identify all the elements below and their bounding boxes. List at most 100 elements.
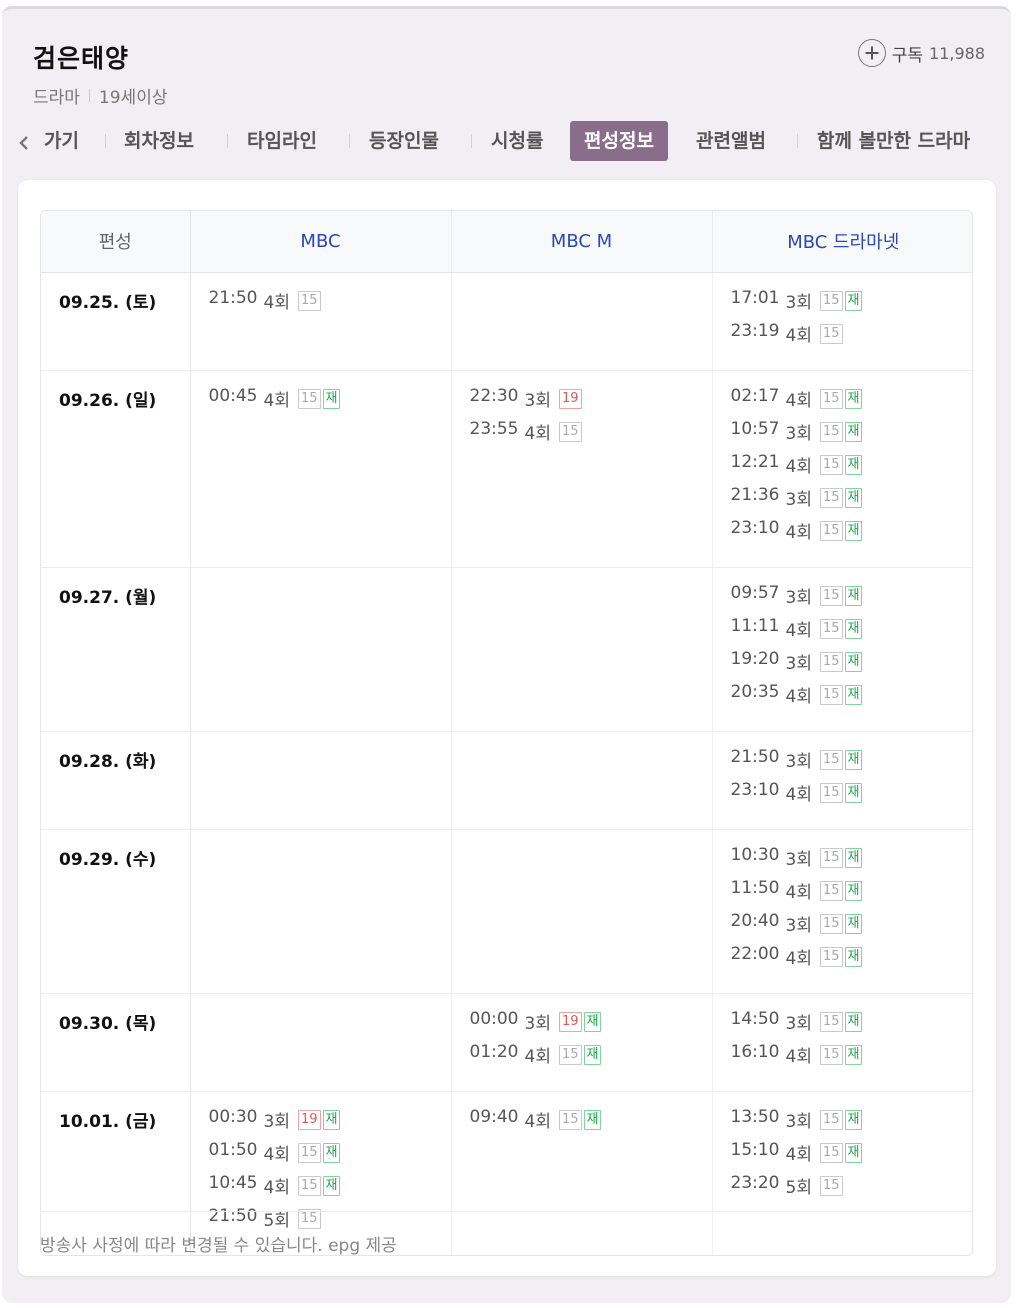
airing-time: 21:36 (730, 484, 780, 505)
age-19-badge: 19 (558, 388, 582, 409)
episode-number: 3회 (785, 587, 812, 608)
schedule-cell (190, 731, 452, 830)
airing-item[interactable]: 21:50 4회 15 (209, 288, 451, 321)
airing-time: 09:40 (469, 1106, 519, 1127)
airing-item[interactable]: 10:30 3회 15 재 (731, 845, 973, 878)
rerun-badge: 재 (844, 454, 863, 475)
column-header-schedule: 편성 (41, 211, 191, 273)
episode-number: 4회 (785, 325, 812, 346)
airing-time: 22:00 (730, 943, 780, 964)
airing-item[interactable]: 15:10 4회 15 재 (731, 1140, 973, 1173)
schedule-cell (451, 272, 713, 371)
age-15-badge: 15 (297, 290, 321, 311)
channel-header[interactable]: MBC 드라마넷 (712, 211, 972, 273)
episode-number: 3회 (785, 1111, 812, 1132)
airing-item[interactable]: 02:17 4회 15 재 (731, 386, 973, 419)
airing-item[interactable]: 01:20 4회 15 재 (470, 1042, 712, 1075)
schedule-notice: 방송사 사정에 따라 변경될 수 있습니다. epg 제공 (40, 1236, 397, 1256)
channel-header[interactable]: MBC (190, 211, 452, 273)
episode-number: 5회 (263, 1210, 290, 1231)
age-15-badge: 15 (819, 1175, 843, 1196)
airing-item[interactable]: 01:50 4회 15 재 (209, 1140, 451, 1173)
tab-divider (349, 134, 350, 148)
episode-number: 4회 (785, 1046, 812, 1067)
airing-time: 22:30 (469, 385, 519, 406)
airing-item[interactable]: 23:10 4회 15 재 (731, 518, 973, 551)
tab-characters[interactable]: 등장인물 (355, 121, 453, 161)
rerun-badge: 재 (844, 618, 863, 639)
rerun-badge: 재 (844, 1011, 863, 1032)
airing-item[interactable]: 16:10 4회 15 재 (731, 1042, 973, 1075)
program-title[interactable]: 검은태양 (33, 39, 129, 75)
table-row: 10.01. (금) 00:30 3회 19 재 01:50 4회 15 재 10:45 4회 15 재… (41, 1091, 973, 1255)
airing-item[interactable]: 13:50 3회 15 재 (731, 1107, 973, 1140)
airing-item[interactable]: 09:57 3회 15 재 (730, 582, 973, 616)
airing-item[interactable]: 20:40 3회 15 재 (731, 911, 973, 944)
airing-item[interactable]: 17:01 3회 15 재 (731, 288, 973, 321)
date-cell: 09.30. (목) (41, 993, 191, 1092)
genre-label: 드라마 (33, 88, 80, 108)
episode-number: 4회 (263, 390, 290, 411)
airing-item[interactable]: 21:36 3회 15 재 (730, 484, 973, 518)
airing-time: 00:45 (208, 385, 258, 406)
tab-episodes[interactable]: 회차정보 (110, 121, 208, 161)
age-15-badge: 15 (819, 1109, 843, 1130)
age-15-badge: 15 (558, 1109, 582, 1130)
schedule-cell: 21:50 3회 15 재 23:10 4회 15 재 (712, 731, 973, 830)
tab-recommended[interactable]: 함께 볼만한 드라마 (803, 121, 984, 161)
rerun-badge: 재 (844, 388, 863, 409)
subscribe-label: 구독 (891, 45, 924, 66)
airing-item[interactable]: 10:57 3회 15 재 (731, 419, 973, 452)
episode-number: 4회 (263, 292, 290, 313)
airing-item[interactable]: 00:00 3회 19 재 (470, 1009, 712, 1042)
schedule-cell: 09:57 3회 15 재 11:11 4회 15 재 19:20 3회 15 재 20:35 4회 15 재 (712, 567, 973, 732)
rerun-badge: 재 (583, 1011, 602, 1032)
rerun-badge: 재 (583, 1109, 602, 1130)
schedule-cell: 22:30 3회 19 23:55 4회 15 (451, 370, 713, 568)
airing-item[interactable]: 23:20 5회 15 (731, 1173, 973, 1206)
airing-item[interactable]: 22:30 3회 19 (470, 386, 712, 419)
tab-ratings[interactable]: 시청률 (477, 121, 557, 161)
airing-item[interactable]: 23:55 4회 15 (470, 419, 712, 452)
airing-item[interactable]: 00:45 4회 15 재 (209, 386, 451, 419)
airing-time: 23:55 (469, 418, 519, 439)
airing-time: 00:30 (208, 1106, 258, 1127)
rerun-badge: 재 (844, 651, 863, 672)
airing-item[interactable]: 23:19 4회 15 (731, 321, 973, 354)
airing-item[interactable]: 19:20 3회 15 재 (731, 649, 973, 682)
age-15-badge: 15 (297, 1175, 321, 1196)
tab-partial[interactable]: 가기 (30, 121, 93, 161)
airing-item[interactable]: 11:50 4회 15 재 (731, 878, 973, 911)
airing-item[interactable]: 23:10 4회 15 재 (731, 780, 973, 813)
rerun-badge: 재 (844, 847, 863, 868)
age-15-badge: 15 (819, 880, 843, 901)
airing-item[interactable]: 14:50 3회 15 재 (731, 1009, 973, 1042)
program-header: 검은태양 드라마 19세이상 구독 11,988 (2, 9, 1011, 119)
tab-albums[interactable]: 관련앨범 (682, 121, 780, 161)
airing-item[interactable]: 09:40 4회 15 재 (470, 1107, 712, 1140)
table-row: 09.30. (목) 00:00 3회 19 재 01:20 4회 15 재 14:50 3회 15 재… (41, 993, 973, 1092)
airing-item[interactable]: 00:30 3회 19 재 (209, 1107, 451, 1140)
airing-item[interactable]: 20:35 4회 15 재 (731, 682, 973, 715)
airing-item[interactable]: 22:00 4회 15 재 (730, 943, 973, 977)
airing-item[interactable]: 11:11 4회 15 재 (731, 616, 973, 649)
channel-header[interactable]: MBC M (451, 211, 713, 273)
program-panel: 검은태양 드라마 19세이상 구독 11,988 가기 회차정보 타임라인 등장… (2, 6, 1011, 1303)
schedule-cell (190, 829, 452, 994)
subscribe-button[interactable]: 구독 11,988 (857, 39, 985, 67)
tab-divider (105, 134, 106, 148)
airing-item[interactable]: 12:21 4회 15 재 (731, 452, 973, 485)
rerun-badge: 재 (844, 946, 863, 967)
age-15-badge: 15 (819, 1142, 843, 1163)
airing-time: 09:57 (730, 582, 780, 603)
airing-time: 21:50 (208, 287, 258, 308)
age-15-badge: 15 (558, 421, 582, 442)
chevron-left-icon[interactable] (16, 133, 32, 153)
airing-item[interactable]: 10:45 4회 15 재 (209, 1173, 451, 1206)
airing-item[interactable]: 21:50 3회 15 재 (730, 746, 973, 780)
episode-number: 4회 (524, 1046, 551, 1067)
episode-number: 3회 (785, 489, 812, 510)
airing-time: 21:50 (730, 746, 780, 767)
tab-schedule[interactable]: 편성정보 (570, 121, 668, 161)
tab-timeline[interactable]: 타임라인 (233, 121, 331, 161)
